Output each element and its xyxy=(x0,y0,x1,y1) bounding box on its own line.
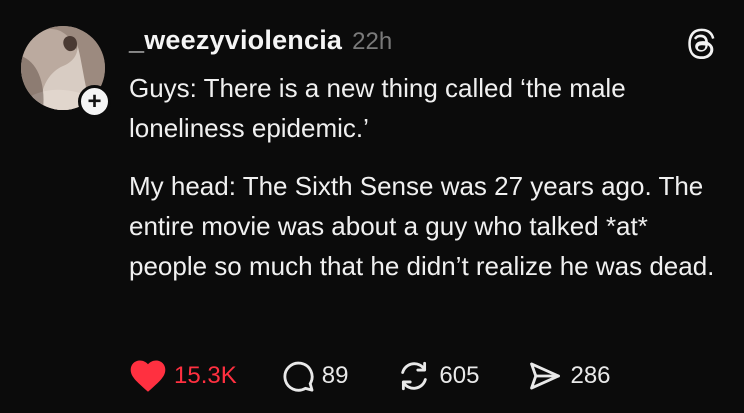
post-body: Guys: There is a new thing called ‘the m… xyxy=(129,68,729,286)
post-paragraph: My head: The Sixth Sense was 27 years ag… xyxy=(129,171,715,281)
timestamp[interactable]: 22h xyxy=(352,28,392,56)
threads-logo-icon[interactable] xyxy=(686,27,718,59)
repost-button[interactable]: 605 xyxy=(396,359,479,393)
heart-icon xyxy=(130,360,166,392)
repost-count: 605 xyxy=(439,362,480,389)
send-icon xyxy=(530,362,561,390)
reply-count: 89 xyxy=(321,362,349,389)
like-count: 15.3K xyxy=(174,362,237,389)
repost-icon xyxy=(401,361,428,391)
follow-button[interactable]: + xyxy=(78,85,111,118)
action-bar: 15.3K 89 605 286 xyxy=(129,356,611,396)
share-count: 286 xyxy=(570,362,611,389)
avatar-container[interactable]: + xyxy=(21,26,111,118)
username[interactable]: _weezyviolencia xyxy=(129,25,342,56)
like-button[interactable]: 15.3K xyxy=(129,359,237,393)
share-button[interactable]: 286 xyxy=(527,359,611,393)
comment-bubble-icon xyxy=(283,361,314,392)
reply-button[interactable]: 89 xyxy=(281,359,349,393)
post-paragraph: Guys: There is a new thing called ‘the m… xyxy=(129,73,626,143)
post-header: _weezyviolencia 22h xyxy=(129,25,392,56)
threads-post: + _weezyviolencia 22h Guys: There is a n… xyxy=(0,0,744,413)
plus-icon: + xyxy=(87,87,102,115)
